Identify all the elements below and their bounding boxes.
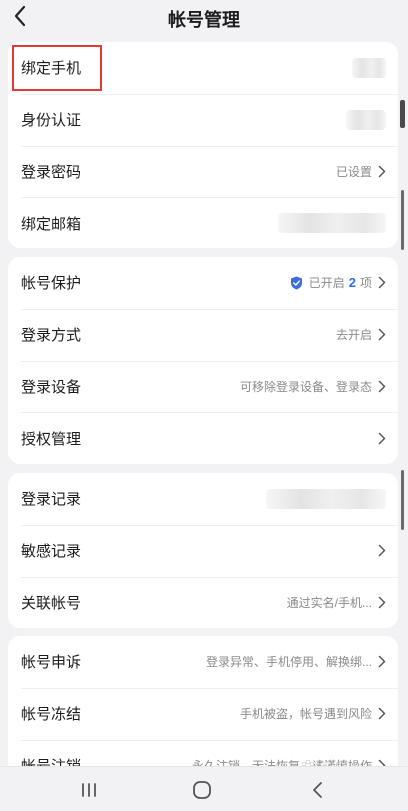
row-value: 已设置	[335, 164, 372, 179]
blurred-email-value	[278, 213, 386, 234]
protection-prefix: 已开启	[308, 276, 345, 291]
row-login-method[interactable]: 登录方式 去开启	[8, 308, 398, 361]
scrollbar-thumb[interactable]	[400, 100, 405, 128]
blurred-phone-value	[352, 57, 386, 78]
row-bind-phone[interactable]: 绑定手机	[8, 42, 398, 94]
row-label: 授权管理	[21, 430, 82, 448]
section-security: 帐号保护 已开启 2 项 登录方式 去开启 登录设备 可移除登录设备、登录态 授…	[8, 257, 398, 464]
row-account-freeze[interactable]: 帐号冻结 手机被盗，帐号遇到风险	[8, 687, 398, 740]
row-label: 关联帐号	[21, 594, 82, 612]
section-basic-info: 绑定手机 身份认证 登录密码 已设置 绑定邮箱	[8, 42, 398, 248]
row-label: 绑定邮箱	[21, 215, 82, 233]
row-value: 去开启	[335, 328, 372, 343]
section-records: 登录记录 敏感记录 关联帐号 通过实名/手机...	[8, 473, 398, 628]
home-icon	[193, 781, 211, 799]
shield-check-icon	[290, 276, 302, 290]
chevron-right-icon	[378, 380, 386, 393]
account-management-screen: 帐号管理 绑定手机 身份认证 登录密码 已设置 绑定邮箱 帐号保护 已开启 2 …	[0, 0, 408, 811]
row-label: 登录密码	[21, 163, 82, 181]
scrollbar-segment	[401, 470, 404, 530]
row-linked-accounts[interactable]: 关联帐号 通过实名/手机...	[8, 576, 398, 629]
recent-apps-button[interactable]	[77, 779, 101, 801]
row-label: 绑定手机	[21, 60, 82, 78]
chevron-right-icon	[378, 328, 386, 341]
recent-apps-icon	[82, 783, 96, 797]
chevron-right-icon	[378, 656, 386, 668]
row-bind-email[interactable]: 绑定邮箱	[8, 197, 398, 248]
chevron-right-icon	[378, 165, 386, 178]
row-sensitive-records[interactable]: 敏感记录	[8, 524, 398, 577]
chevron-right-icon	[378, 596, 386, 609]
row-value: 可移除登录设备、登录态	[239, 379, 372, 394]
nav-back-icon	[313, 782, 322, 798]
row-label: 登录设备	[21, 378, 82, 396]
row-label: 登录方式	[21, 327, 82, 345]
row-value: 通过实名/手机...	[286, 595, 372, 610]
chevron-right-icon	[378, 544, 386, 557]
system-back-button[interactable]	[306, 779, 330, 801]
blurred-login-record-value	[266, 488, 386, 509]
protection-status: 已开启 2 项	[309, 274, 372, 291]
row-label: 身份认证	[21, 112, 82, 130]
row-identity-verification[interactable]: 身份认证	[8, 93, 398, 146]
row-login-records[interactable]: 登录记录	[8, 473, 398, 525]
row-label: 帐号冻结	[21, 706, 82, 724]
row-login-password[interactable]: 登录密码 已设置	[8, 145, 398, 198]
header-bar: 帐号管理	[0, 0, 408, 34]
row-label: 帐号保护	[21, 275, 82, 293]
home-button[interactable]	[190, 779, 214, 801]
row-authorization-management[interactable]: 授权管理	[8, 412, 398, 464]
scrollbar-segment	[401, 190, 404, 250]
row-label: 敏感记录	[21, 543, 82, 561]
row-account-protection[interactable]: 帐号保护 已开启 2 项	[8, 257, 398, 309]
row-login-devices[interactable]: 登录设备 可移除登录设备、登录态	[8, 360, 398, 413]
chevron-right-icon	[378, 432, 386, 444]
row-label: 帐号申诉	[21, 654, 82, 672]
protection-count: 2	[348, 275, 356, 291]
blurred-identity-value	[346, 109, 386, 130]
protection-suffix: 项	[359, 276, 372, 291]
page-title: 帐号管理	[168, 10, 240, 30]
system-navigation-bar	[0, 766, 408, 811]
chevron-right-icon	[378, 707, 386, 720]
row-label: 登录记录	[21, 491, 82, 509]
row-value: 登录异常、手机停用、解换绑...	[205, 655, 372, 670]
row-account-appeal[interactable]: 帐号申诉 登录异常、手机停用、解换绑...	[8, 636, 398, 688]
chevron-right-icon	[378, 277, 386, 289]
row-value: 手机被盗，帐号遇到风险	[239, 707, 372, 722]
